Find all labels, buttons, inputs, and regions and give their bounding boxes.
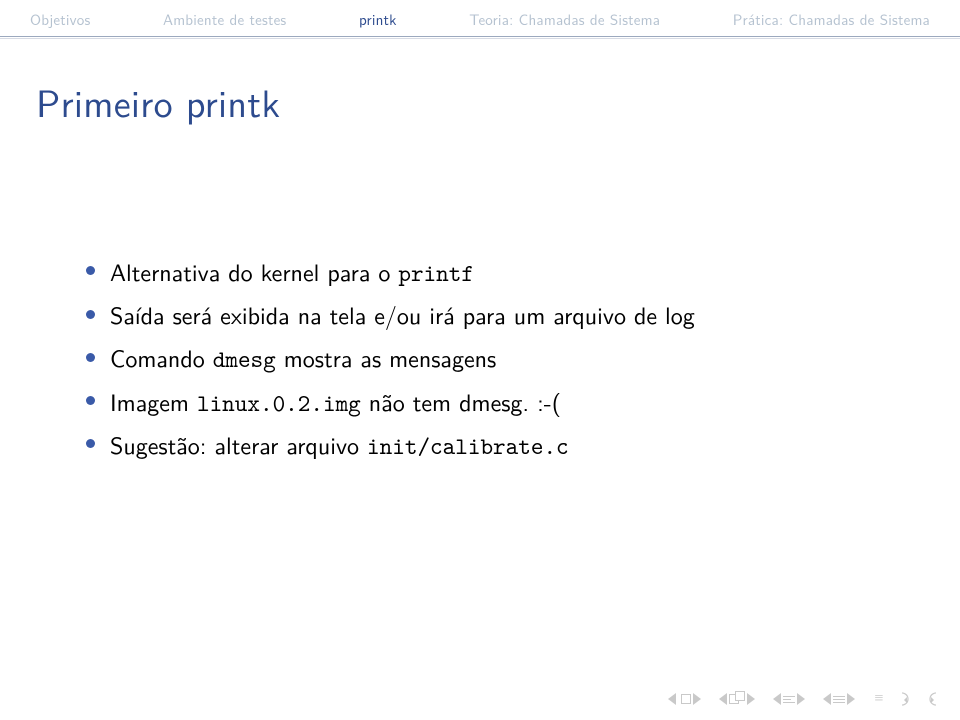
- nav-item[interactable]: Ambiente de testes: [163, 8, 286, 30]
- nav-bar: Objetivos Ambiente de testes printk Teor…: [0, 0, 960, 36]
- content-body: Alternativa do kernel para o printf Saíd…: [0, 129, 960, 465]
- code-text: dmesg: [213, 343, 276, 375]
- nav-doc-group[interactable]: [823, 693, 855, 705]
- slide-root: Objetivos Ambiente de testes printk Teor…: [0, 0, 960, 720]
- nav-item[interactable]: Objetivos: [30, 8, 90, 30]
- nav-subsection-group[interactable]: [719, 693, 755, 705]
- bullet-text: Alternativa do kernel para o: [110, 254, 398, 289]
- bullet-text: mostra as mensagens: [276, 340, 497, 375]
- code-text: init/calibrate.c: [367, 430, 569, 462]
- section-icon: [783, 696, 795, 703]
- divider: [0, 36, 960, 37]
- next-doc-icon: [847, 693, 855, 705]
- list-item: Imagem linux.0.2.img não tem dmesg. :-(: [86, 383, 900, 422]
- prev-section-icon: [773, 693, 781, 705]
- list-item: Sugestão: alterar arquivo init/calibrate…: [86, 426, 900, 465]
- next-section-icon: [797, 693, 805, 705]
- beamer-nav-footer: ≡: [668, 690, 936, 708]
- prev-doc-icon: [823, 693, 831, 705]
- nav-item[interactable]: Teoria: Chamadas de Sistema: [469, 8, 660, 30]
- frame-icon: [681, 694, 691, 704]
- bullet-text: não tem dmesg. :-(: [361, 384, 561, 419]
- bullet-text: Sugestão: alterar arquivo: [110, 427, 367, 462]
- code-text: printf: [398, 257, 474, 289]
- page-title: Primeiro printk: [0, 39, 960, 129]
- next-subsection-icon: [747, 693, 755, 705]
- prev-subsection-icon: [719, 693, 727, 705]
- nav-item[interactable]: printk: [359, 8, 397, 30]
- nav-section-group[interactable]: [773, 693, 805, 705]
- subsection-icon: [729, 694, 745, 704]
- list-item: Alternativa do kernel para o printf: [86, 253, 900, 292]
- prev-slide-icon: [668, 693, 676, 705]
- next-slide-icon: [693, 693, 701, 705]
- bullet-text: Saída será exibida na tela e/ou irá para…: [110, 297, 695, 332]
- list-item: Saída será exibida na tela e/ou irá para…: [86, 296, 900, 335]
- bullet-text: Comando: [110, 340, 213, 375]
- list-item: Comando dmesg mostra as mensagens: [86, 339, 900, 378]
- doc-icon: [833, 696, 845, 703]
- nav-item[interactable]: Prática: Chamadas de Sistema: [733, 8, 930, 30]
- appendix-icon[interactable]: ≡: [873, 690, 884, 708]
- bullet-list: Alternativa do kernel para o printf Saíd…: [86, 253, 900, 465]
- nav-frame-group[interactable]: [668, 693, 701, 705]
- code-text: linux.0.2.img: [197, 387, 361, 419]
- bullet-text: Imagem: [110, 384, 197, 419]
- back-forward-icon[interactable]: [902, 691, 936, 707]
